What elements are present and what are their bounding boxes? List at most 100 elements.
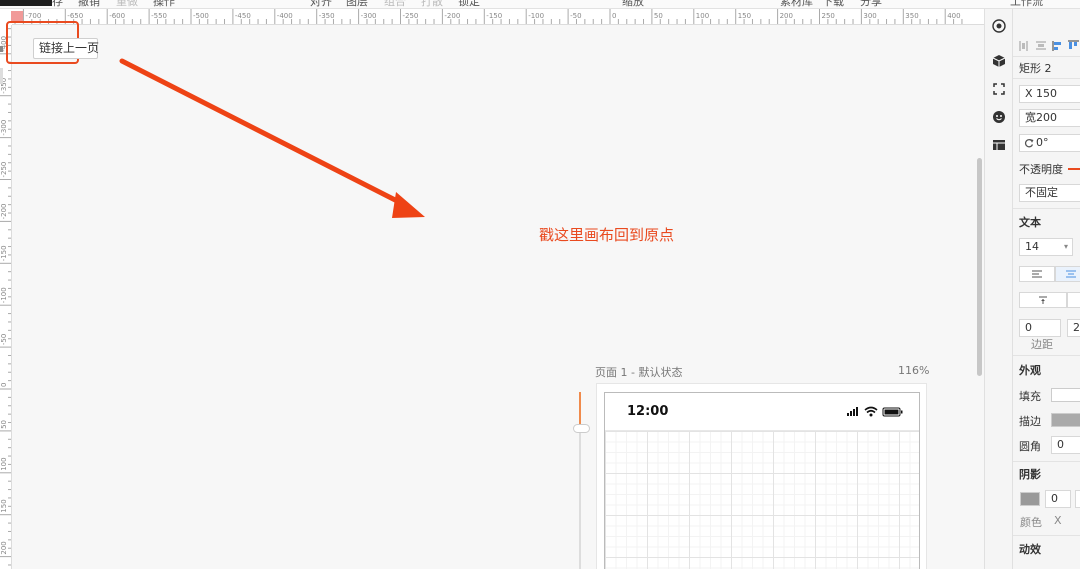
shadow-color-swatch[interactable] xyxy=(1020,492,1040,506)
toolbar-item[interactable]: 存 xyxy=(52,0,63,8)
ruler-label: -300 xyxy=(0,120,8,136)
toolbar-item[interactable]: 锁定 xyxy=(458,0,480,8)
shadow-y-field[interactable] xyxy=(1075,490,1080,508)
toolbar-item[interactable]: 图层 xyxy=(346,0,368,8)
ruler-label: -250 xyxy=(0,162,8,178)
phone-artboard[interactable]: 12:00 xyxy=(604,392,920,569)
shadow-x-field[interactable]: 0 xyxy=(1045,490,1071,508)
padding-label: 边距 xyxy=(1031,338,1053,351)
inspector-panel: 矩形 2 X 150 宽200 0° 不透明度 不固定 文本 14 ▾ 0 20… xyxy=(1012,9,1080,569)
page-state-label: 页面 1 - 默认状态 xyxy=(595,366,683,379)
text-align-center-button[interactable] xyxy=(1055,266,1080,282)
canvas-vertical-scrollbar[interactable] xyxy=(977,158,982,376)
ruler-label: -200 xyxy=(444,12,460,20)
zoom-level: 116% xyxy=(898,364,930,377)
ruler-label: -350 xyxy=(319,12,335,20)
shadow-color-label: 颜色 xyxy=(1020,516,1042,529)
ruler-label: 200 xyxy=(0,541,8,554)
status-icons xyxy=(847,406,903,417)
toolbar-item[interactable]: 对齐 xyxy=(310,0,332,8)
align-toolbar[interactable] xyxy=(1019,40,1080,52)
rotation-field[interactable]: 0° xyxy=(1019,134,1080,152)
ruler-label: -300 xyxy=(361,12,377,20)
ruler-label: -700 xyxy=(25,12,41,20)
ruler-label: -100 xyxy=(528,12,544,20)
element-name[interactable]: 矩形 2 xyxy=(1019,60,1052,76)
expand-icon[interactable] xyxy=(991,81,1007,97)
fixed-position-select[interactable]: 不固定 xyxy=(1019,184,1080,202)
vertical-ruler[interactable]: -400 -350 -300 -250 -200 -150 -100 -50 0 50 100 150… xyxy=(0,25,12,569)
text-section-title: 文本 xyxy=(1019,216,1041,229)
ruler-label: -50 xyxy=(570,12,581,20)
zoom-slider-handle[interactable] xyxy=(573,424,590,433)
align-center-lines-icon xyxy=(1066,270,1076,278)
toolbar-item[interactable]: 下载 xyxy=(822,0,844,8)
vertical-align-middle-button[interactable] xyxy=(1067,292,1080,308)
inspector-separator xyxy=(1013,535,1080,536)
width-field[interactable]: 宽200 xyxy=(1019,109,1080,127)
rotate-icon xyxy=(1024,138,1034,148)
padding-right-field[interactable]: 20 xyxy=(1067,319,1080,337)
ruler-label: 100 xyxy=(0,457,8,470)
ruler-label: 50 xyxy=(0,420,8,429)
ruler-label: -500 xyxy=(193,12,209,20)
signal-icon xyxy=(847,407,858,416)
toolbar-item[interactable]: 组合 xyxy=(384,0,406,8)
wifi-icon xyxy=(864,406,878,417)
table-icon[interactable] xyxy=(991,137,1007,153)
font-size-value: 14 xyxy=(1025,240,1039,253)
app-menu-strip xyxy=(0,0,52,6)
toolbar-item[interactable]: 撤销 xyxy=(78,0,100,8)
align-top-arrow-icon xyxy=(1039,296,1047,304)
ruler-label: -50 xyxy=(0,334,8,345)
ruler-label: -150 xyxy=(486,12,502,20)
ruler-label: -650 xyxy=(67,12,83,20)
padding-left-field[interactable]: 0 xyxy=(1019,319,1061,337)
inspector-separator xyxy=(1013,78,1080,79)
toolbar-item[interactable]: 缩放 xyxy=(622,0,644,8)
toolbar-item[interactable]: 工作流 xyxy=(1010,0,1043,8)
target-icon[interactable] xyxy=(991,18,1007,34)
phone-status-bar: 12:00 xyxy=(605,393,919,431)
ruler-label: 200 xyxy=(780,12,793,20)
left-panel-edge-field xyxy=(0,68,3,84)
battery-icon xyxy=(882,407,903,417)
horizontal-ruler-ticks: -700 -650 -600 -550 -500 -450 -400 -350 -300 -250… xyxy=(14,9,963,24)
ruler-label: -100 xyxy=(0,287,8,303)
align-left-lines-icon xyxy=(1032,270,1042,278)
ruler-label: -250 xyxy=(403,12,419,20)
shadow-section-title: 阴影 xyxy=(1019,468,1041,481)
ruler-label: -450 xyxy=(235,12,251,20)
fill-color-swatch[interactable] xyxy=(1051,388,1080,402)
rotation-value: 0° xyxy=(1036,136,1049,149)
toolbar-item[interactable]: 打散 xyxy=(421,0,443,8)
font-size-select[interactable]: 14 ▾ xyxy=(1019,238,1073,256)
chevron-down-icon: ▾ xyxy=(1063,242,1068,251)
stroke-label: 描边 xyxy=(1019,415,1041,428)
emoji-icon[interactable] xyxy=(991,109,1007,125)
canvas-origin-button[interactable] xyxy=(11,11,23,21)
toolbar-item[interactable]: 素材库 xyxy=(780,0,813,8)
vertical-align-top-button[interactable] xyxy=(1019,292,1067,308)
radius-label: 圆角 xyxy=(1019,440,1041,453)
toolbar-item[interactable]: 操作 xyxy=(153,0,175,8)
cube-icon[interactable] xyxy=(991,53,1007,69)
horizontal-ruler[interactable]: -700 -650 -600 -550 -500 -450 -400 -350 -300 -250… xyxy=(12,9,984,25)
left-panel-edge xyxy=(0,46,3,52)
ruler-label: 150 xyxy=(0,499,8,512)
animation-section-title: 动效 xyxy=(1019,543,1041,556)
inspector-separator xyxy=(1013,56,1080,57)
toolbar-item[interactable]: 重做 xyxy=(116,0,138,8)
shadow-x-label: X xyxy=(1054,514,1062,527)
text-align-left-button[interactable] xyxy=(1019,266,1055,282)
toolbar-item[interactable]: 分享 xyxy=(860,0,882,8)
distribute-v-icon xyxy=(1036,41,1046,50)
radius-field[interactable]: 0 xyxy=(1051,436,1080,454)
ruler-label: -150 xyxy=(0,245,8,261)
ruler-label: 100 xyxy=(696,12,709,20)
x-position-field[interactable]: X 150 xyxy=(1019,85,1080,103)
stroke-color-swatch[interactable] xyxy=(1051,413,1080,427)
link-previous-page-button[interactable]: 链接上一页 xyxy=(33,38,99,59)
ruler-label: 300 xyxy=(863,12,876,20)
opacity-slider[interactable] xyxy=(1068,168,1080,170)
